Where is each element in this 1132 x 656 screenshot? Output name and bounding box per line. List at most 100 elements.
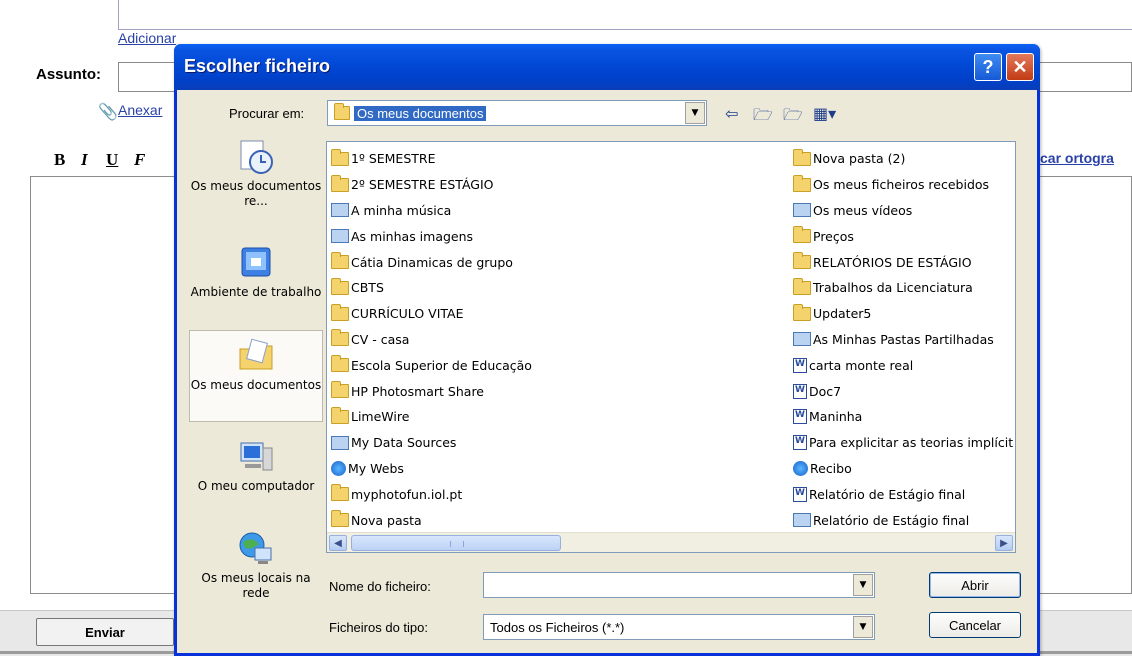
list-item[interactable]: Maninha [793,404,1013,430]
folder-icon [331,329,349,347]
dialog-title: Escolher ficheiro [184,56,331,76]
folder-icon [331,510,349,528]
list-item[interactable]: 2º SEMESTRE ESTÁGIO [331,172,771,198]
file-name: Para explicitar as teorias implícitas [809,435,1013,451]
chevron-down-icon[interactable]: ▼ [685,102,705,124]
list-item[interactable]: Para explicitar as teorias implícitas [793,430,1013,456]
file-name: LimeWire [351,409,410,425]
italic-button[interactable]: I [81,150,88,170]
list-item[interactable]: LimeWire [331,404,771,430]
horizontal-scrollbar[interactable]: ◀ ▶ [327,532,1015,552]
network-places-icon [237,530,275,568]
file-name: As Minhas Pastas Partilhadas [813,331,994,347]
place-my-documents[interactable]: Os meus documentos [189,330,323,422]
file-name: Preços [813,228,854,244]
pictures-folder-icon [331,229,349,244]
place-label: Os meus documentos [190,378,322,392]
back-icon[interactable]: ⇦ [725,104,738,123]
folder-icon [334,103,350,120]
list-item[interactable]: CV - casa [331,327,771,353]
list-item[interactable]: Trabalhos da Licenciatura [793,275,1013,301]
list-item[interactable]: 1º SEMESTRE [331,146,771,172]
list-item[interactable]: Recibo [793,456,1013,482]
file-name: Doc7 [809,383,842,399]
file-open-dialog: Escolher ficheiro ? ✕ Procurar em: Os me… [174,44,1040,656]
list-item[interactable]: Updater5 [793,301,1013,327]
list-item[interactable]: Cátia Dinamicas de grupo [331,249,771,275]
spellcheck-link[interactable]: car ortogra [1040,150,1114,166]
view-menu-icon[interactable]: ▦▾ [813,104,836,123]
file-column-1: 1º SEMESTRE 2º SEMESTRE ESTÁGIO A minha … [331,146,771,533]
new-folder-icon[interactable]: 🗁 [783,104,803,131]
filename-input[interactable]: ▼ [483,572,875,598]
list-item[interactable]: Escola Superior de Educação [331,352,771,378]
file-column-2: Nova pasta (2) Os meus ficheiros recebid… [793,146,1013,533]
list-item[interactable]: My Webs [331,456,771,482]
file-name: 1º SEMESTRE [351,151,436,167]
word-document-icon [793,409,807,425]
webs-folder-icon [331,460,346,476]
list-item[interactable]: CBTS [331,275,771,301]
scroll-right-icon[interactable]: ▶ [995,535,1013,551]
file-name: Escola Superior de Educação [351,357,532,373]
list-item[interactable]: Nova pasta (2) [793,146,1013,172]
chevron-down-icon[interactable]: ▼ [853,616,873,638]
file-name: Maninha [809,409,863,425]
close-button[interactable]: ✕ [1006,53,1034,81]
add-cc-bcc-link[interactable]: Adicionar Cc | Adicionar Bcc [118,30,176,46]
word-document-icon [793,435,807,451]
list-item[interactable]: Relatório de Estágio final [793,507,1013,533]
filetype-value: Todos os Ficheiros (*.*) [490,620,625,635]
folder-icon [331,252,349,270]
file-name: Nova pasta (2) [813,151,906,167]
up-folder-icon[interactable]: 🗁 [753,104,773,131]
folder-icon [793,303,811,321]
bold-button[interactable]: B [54,150,65,170]
list-item[interactable]: Os meus ficheiros recebidos [793,172,1013,198]
list-item[interactable]: Preços [793,223,1013,249]
cancel-button[interactable]: Cancelar [929,612,1021,638]
folder-icon [331,406,349,424]
list-item[interactable]: myphotofun.iol.pt [331,481,771,507]
attach-link[interactable]: Anexar [118,102,174,118]
scroll-left-icon[interactable]: ◀ [329,535,347,551]
filetype-select[interactable]: Todos os Ficheiros (*.*) ▼ [483,614,875,640]
list-item[interactable]: My Data Sources [331,430,771,456]
font-button[interactable]: F [134,150,145,170]
videos-folder-icon [793,203,811,218]
file-name: HP Photosmart Share [351,383,485,399]
look-in-combo[interactable]: Os meus documentos ▼ [327,100,707,126]
scroll-thumb[interactable] [351,535,561,551]
filetype-label: Ficheiros do tipo: [329,620,428,635]
send-button[interactable]: Enviar [36,618,174,646]
list-item[interactable]: RELATÓRIOS DE ESTÁGIO [793,249,1013,275]
file-name: RELATÓRIOS DE ESTÁGIO [813,254,972,270]
folder-icon [793,226,811,244]
place-my-computer[interactable]: O meu computador [189,438,323,494]
list-item[interactable]: HP Photosmart Share [331,378,771,404]
list-item[interactable]: Doc7 [793,378,1013,404]
word-document-icon [793,383,807,399]
chevron-down-icon[interactable]: ▼ [853,574,873,596]
recent-documents-icon [237,138,275,176]
place-recent-documents[interactable]: Os meus documentos re... [189,138,323,209]
list-item[interactable]: As minhas imagens [331,223,771,249]
help-button[interactable]: ? [974,53,1002,81]
place-desktop[interactable]: Ambiente de trabalho [189,244,323,300]
underline-button[interactable]: U [106,150,118,170]
file-name: 2º SEMESTRE ESTÁGIO [351,177,494,193]
list-item[interactable]: Nova pasta [331,507,771,533]
list-item[interactable]: CURRÍCULO VITAE [331,301,771,327]
folder-icon [793,148,811,166]
list-item[interactable]: As Minhas Pastas Partilhadas [793,327,1013,353]
list-item[interactable]: A minha música [331,198,771,224]
place-network[interactable]: Os meus locais na rede [189,530,323,601]
list-item[interactable]: carta monte real [793,352,1013,378]
data-sources-folder-icon [331,435,349,450]
recipient-field[interactable] [118,0,1132,30]
list-item[interactable]: Os meus vídeos [793,198,1013,224]
dialog-titlebar[interactable]: Escolher ficheiro ? ✕ [174,44,1040,90]
file-list[interactable]: 1º SEMESTRE 2º SEMESTRE ESTÁGIO A minha … [326,141,1016,553]
open-button[interactable]: Abrir [929,572,1021,598]
list-item[interactable]: Relatório de Estágio final [793,481,1013,507]
